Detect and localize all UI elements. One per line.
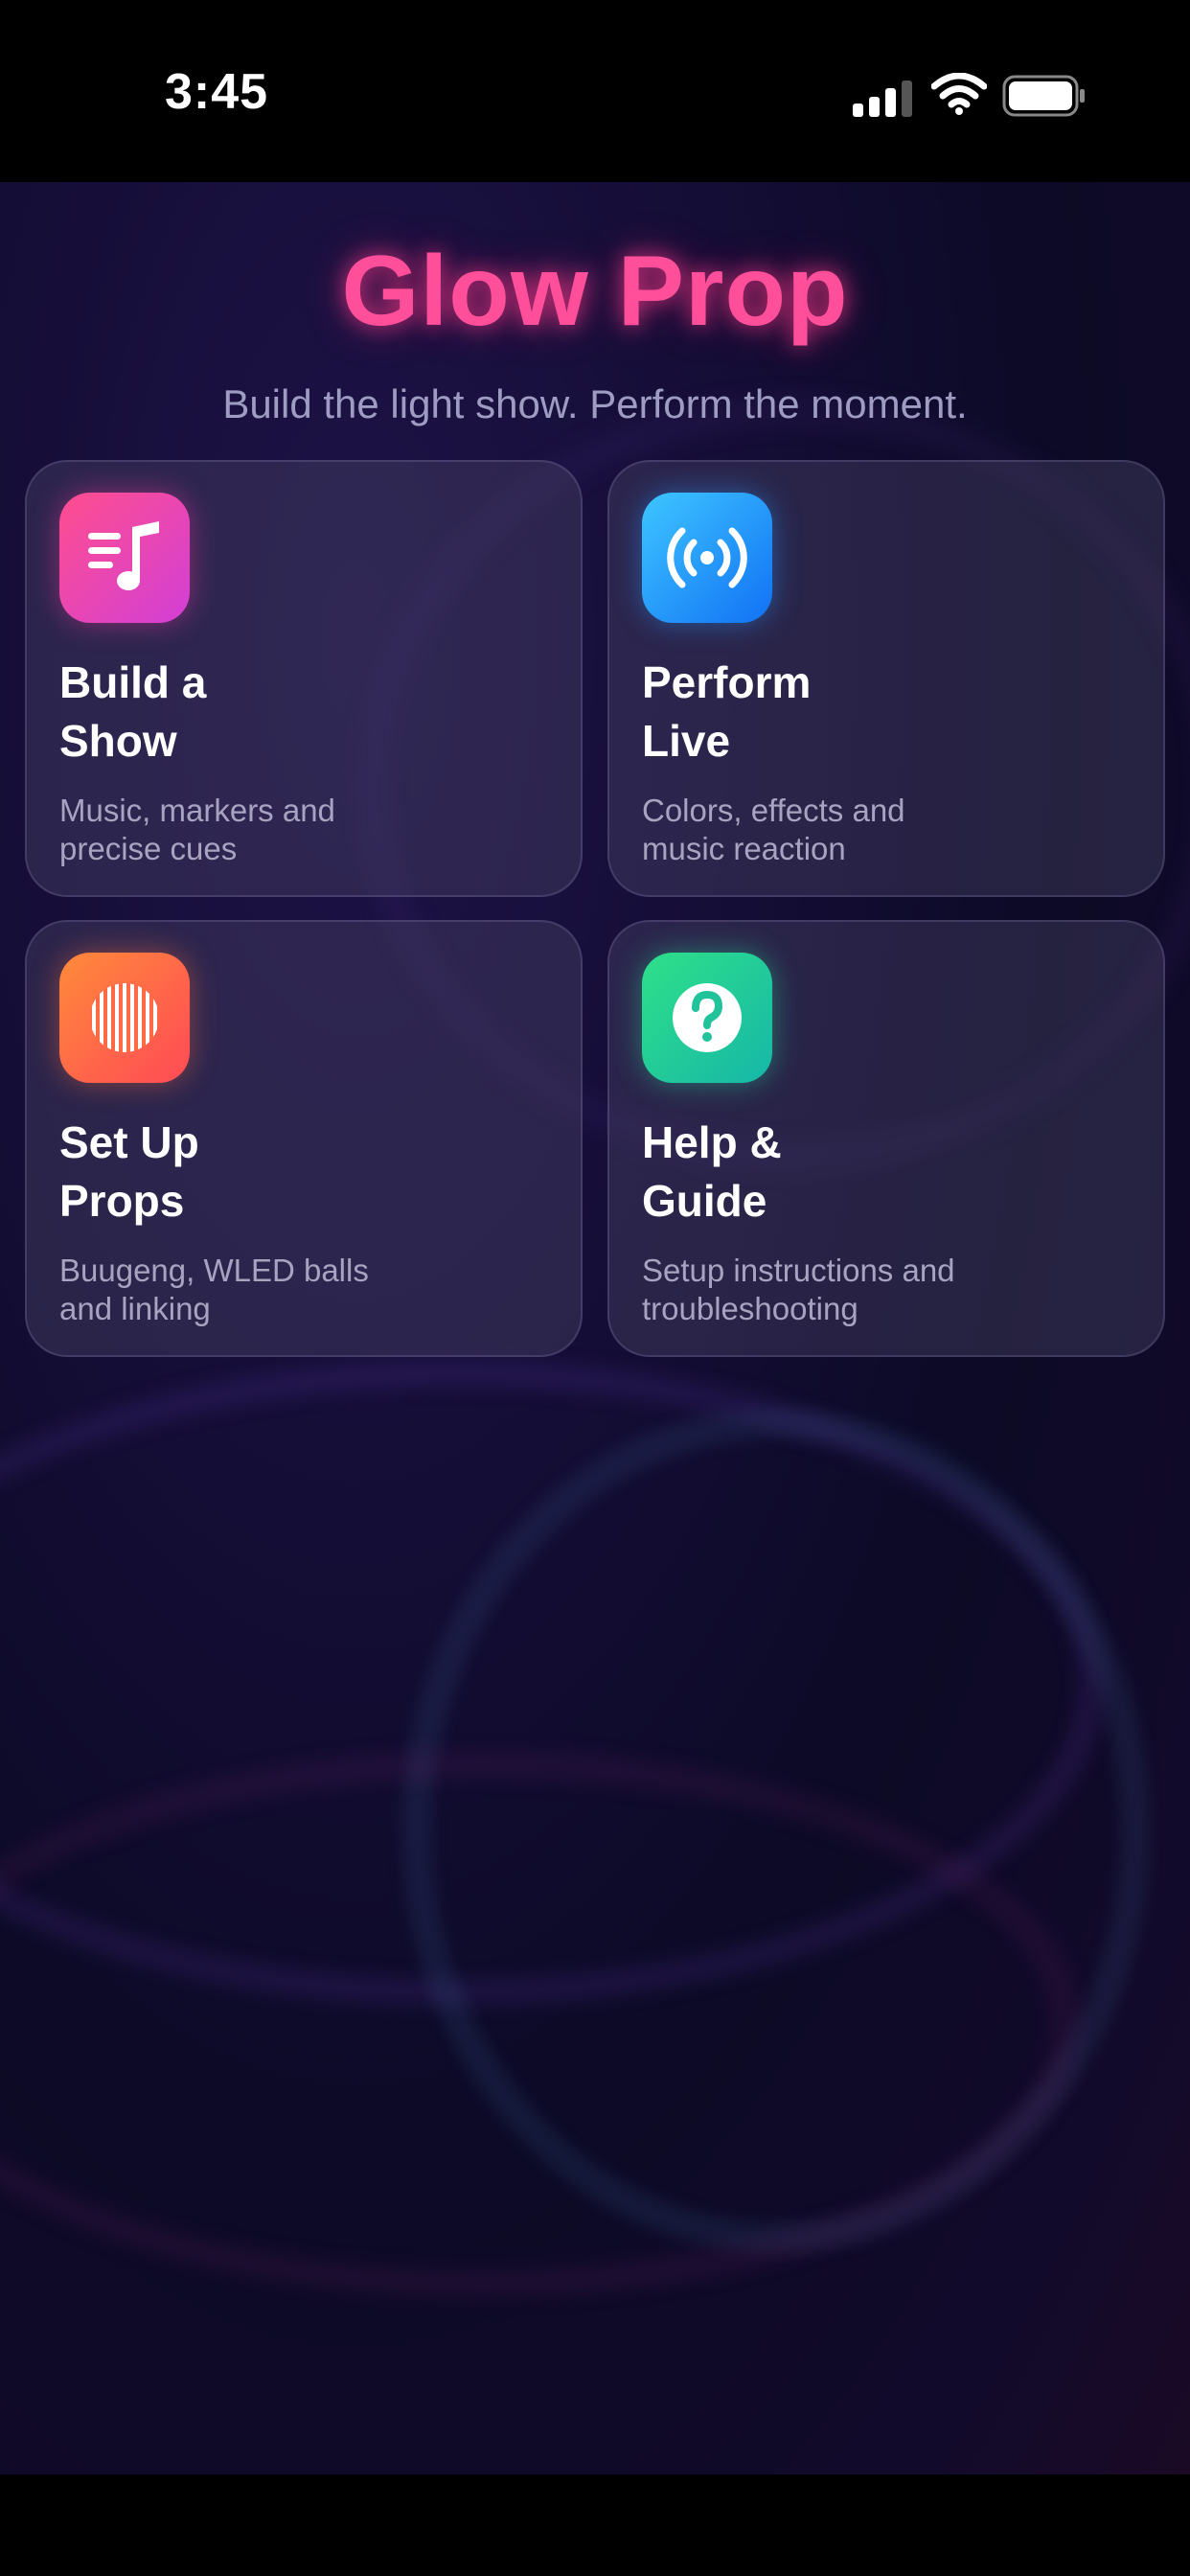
card-title: Build a Show xyxy=(59,657,207,766)
status-time: 3:45 xyxy=(165,64,269,120)
perform-live-tile xyxy=(642,493,772,623)
music-note-list-icon xyxy=(88,521,159,590)
app-title: Glow Prop xyxy=(341,236,849,347)
battery-icon xyxy=(1002,75,1085,117)
card-description: Buugeng, WLED balls and linking xyxy=(59,1253,369,1326)
status-bar: 3:45 xyxy=(0,0,1190,182)
card-title: Set Up Props xyxy=(59,1117,199,1226)
build-show-tile xyxy=(59,493,190,623)
background-glow-swirl xyxy=(0,1361,1104,2005)
app-subtitle: Build the light show. Perform the moment… xyxy=(222,381,968,426)
build-show-card[interactable]: Build a Show Music, markers and precise … xyxy=(25,460,583,897)
question-mark-icon xyxy=(673,983,742,1052)
card-description: Music, markers and precise cues xyxy=(59,793,335,866)
striped-ball-icon xyxy=(90,983,159,1052)
perform-live-card[interactable]: Perform Live Colors, effects and music r… xyxy=(607,460,1165,897)
card-title: Help & Guide xyxy=(642,1117,782,1226)
home-screen: Glow Prop Build the light show. Perform … xyxy=(0,182,1190,2474)
card-description: Setup instructions and troubleshooting xyxy=(642,1253,955,1326)
help-guide-card[interactable]: Help & Guide Setup instructions and trou… xyxy=(607,920,1165,1357)
set-up-props-card[interactable]: Set Up Props Buugeng, WLED balls and lin… xyxy=(25,920,583,1357)
cellular-signal-icon xyxy=(853,80,912,117)
card-title: Perform Live xyxy=(642,657,812,766)
background-glow-swirl xyxy=(402,1409,1150,2252)
background-glow-swirl xyxy=(0,1754,1077,2294)
card-description: Colors, effects and music reaction xyxy=(642,793,905,866)
bottom-bar xyxy=(0,2474,1190,2576)
help-guide-tile xyxy=(642,953,772,1083)
broadcast-waves-icon xyxy=(667,527,747,588)
wifi-icon xyxy=(931,73,987,115)
set-up-props-tile xyxy=(59,953,190,1083)
